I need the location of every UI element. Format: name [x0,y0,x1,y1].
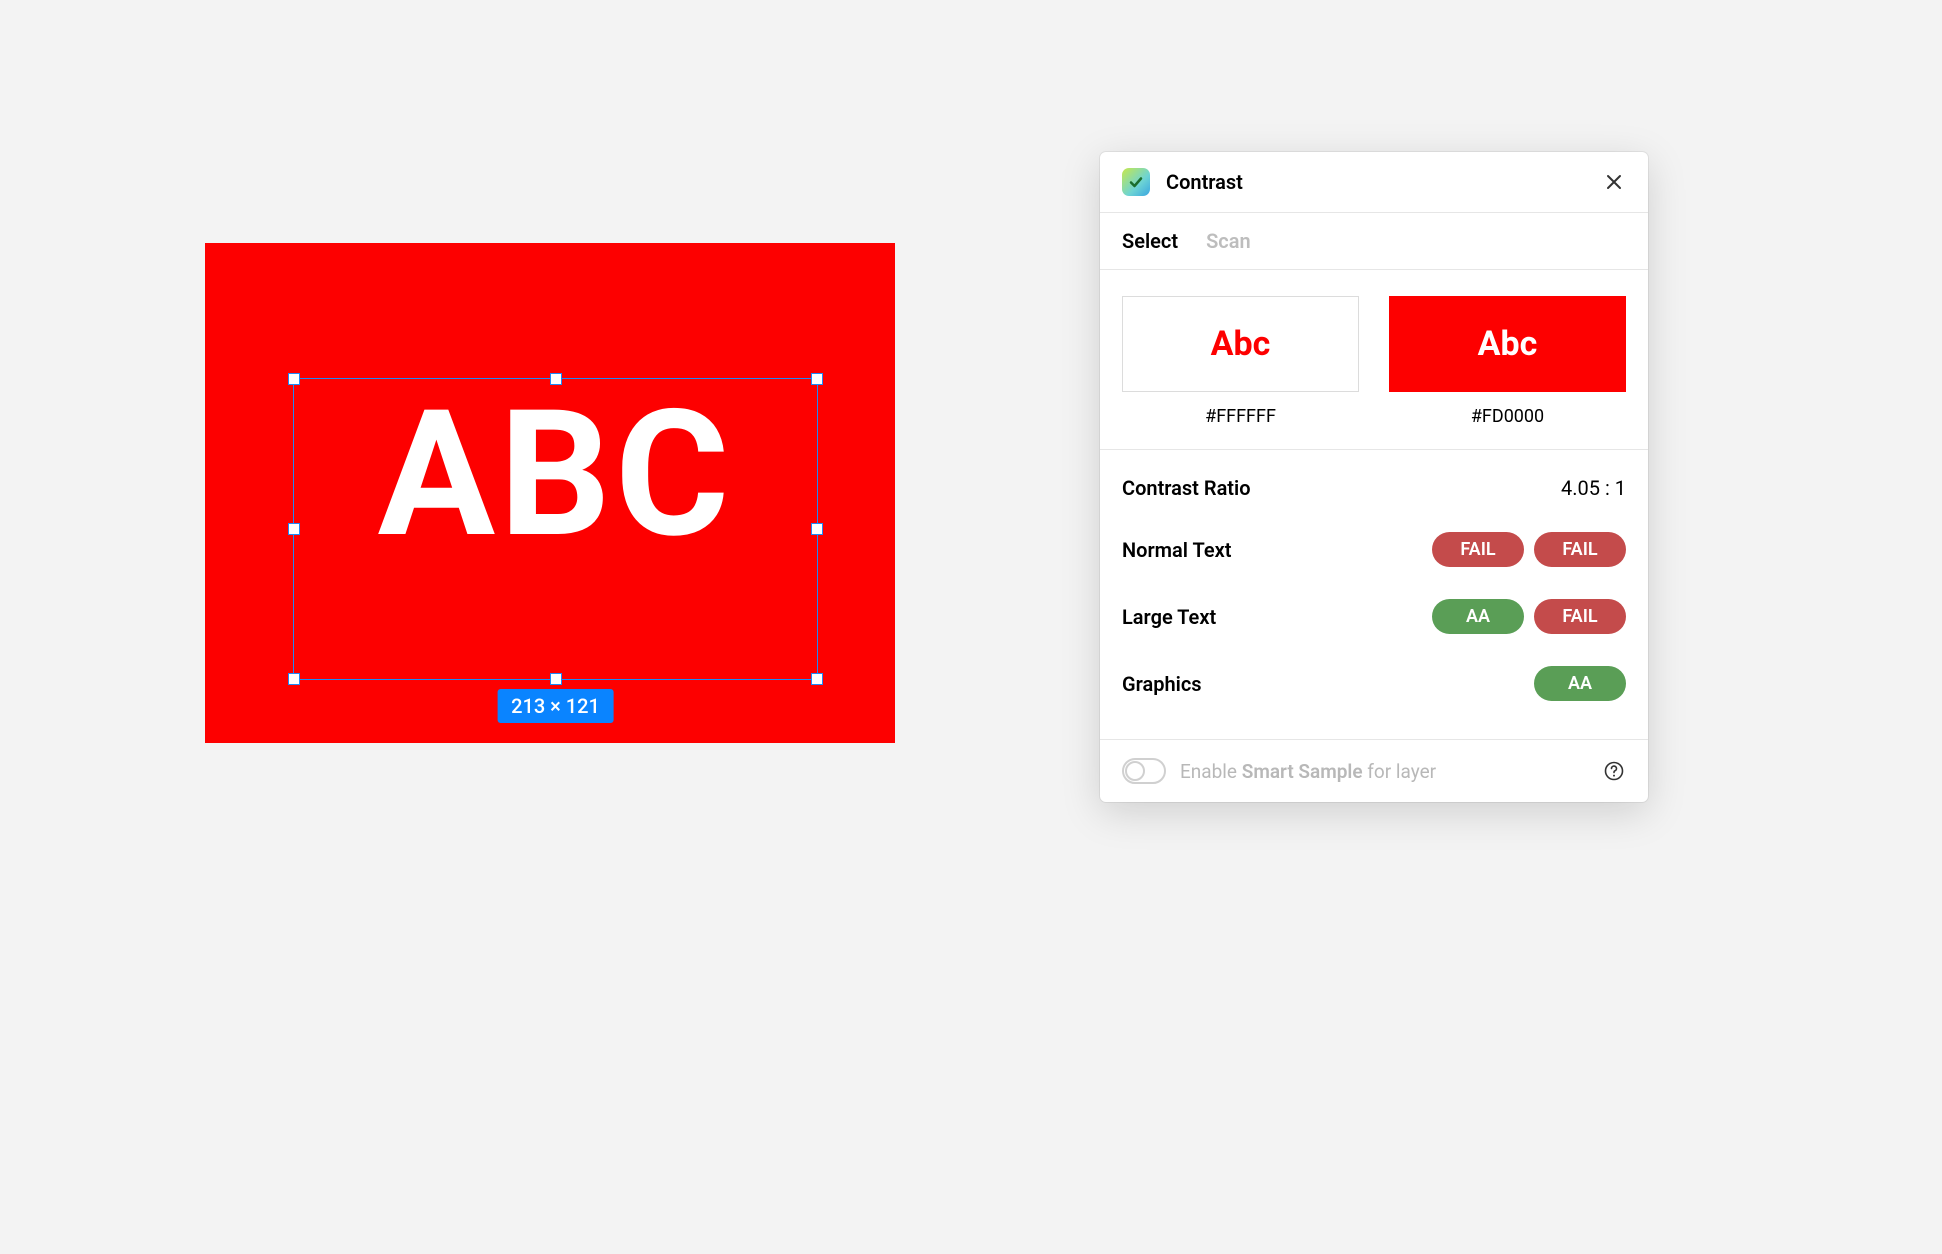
resize-handle-middle-left[interactable] [288,523,300,535]
checkmark-icon [1128,174,1144,190]
contrast-ratio-value: 4.05 : 1 [1561,476,1626,500]
resize-handle-bottom-left[interactable] [288,673,300,685]
color-swatches: Abc #FFFFFF Abc #FD0000 [1100,270,1648,450]
resize-handle-top-middle[interactable] [550,373,562,385]
background-swatch-box[interactable]: Abc [1389,296,1626,392]
smart-sample-label: Enable Smart Sample for layer [1180,760,1588,783]
panel-header: Contrast [1100,152,1648,213]
resize-handle-bottom-right[interactable] [811,673,823,685]
foreground-swatch-box[interactable]: Abc [1122,296,1359,392]
smart-sample-toggle[interactable] [1122,758,1166,784]
selected-text-layer[interactable]: ABC [294,387,817,562]
graphics-label: Graphics [1122,672,1534,696]
background-swatch: Abc #FD0000 [1389,296,1626,427]
panel-title: Contrast [1166,170,1602,194]
normal-text-label: Normal Text [1122,538,1432,562]
panel-tabs: Select Scan [1100,213,1648,270]
toggle-knob [1125,761,1145,781]
foreground-hex: #FFFFFF [1205,406,1276,427]
resize-handle-middle-right[interactable] [811,523,823,535]
tab-scan[interactable]: Scan [1206,229,1251,253]
large-text-aaa-badge: FAIL [1534,599,1626,634]
close-button[interactable] [1602,170,1626,194]
panel-footer: Enable Smart Sample for layer [1100,740,1648,802]
selection-size-badge: 213 × 121 [497,689,614,723]
graphics-row: Graphics AA [1122,650,1626,717]
resize-handle-top-right[interactable] [811,373,823,385]
contrast-ratio-row: Contrast Ratio 4.05 : 1 [1122,460,1626,516]
normal-text-row: Normal Text FAIL FAIL [1122,516,1626,583]
resize-handle-bottom-middle[interactable] [550,673,562,685]
normal-text-aaa-badge: FAIL [1534,532,1626,567]
contrast-panel: Contrast Select Scan Abc #FFFFFF Abc #FD… [1100,152,1648,802]
graphics-aa-badge: AA [1534,666,1626,701]
help-button[interactable] [1602,759,1626,783]
resize-handle-top-left[interactable] [288,373,300,385]
app-icon [1122,168,1150,196]
design-canvas[interactable]: ABC 213 × 121 [205,243,895,743]
large-text-aa-badge: AA [1432,599,1524,634]
tab-select[interactable]: Select [1122,229,1178,253]
close-icon [1605,173,1623,191]
contrast-ratio-label: Contrast Ratio [1122,476,1561,500]
help-icon [1604,761,1624,781]
selection-bounding-box[interactable]: ABC 213 × 121 [293,378,818,680]
large-text-row: Large Text AA FAIL [1122,583,1626,650]
background-hex: #FD0000 [1471,406,1544,427]
large-text-label: Large Text [1122,605,1432,629]
foreground-swatch: Abc #FFFFFF [1122,296,1359,427]
normal-text-aa-badge: FAIL [1432,532,1524,567]
results-section: Contrast Ratio 4.05 : 1 Normal Text FAIL… [1100,450,1648,740]
